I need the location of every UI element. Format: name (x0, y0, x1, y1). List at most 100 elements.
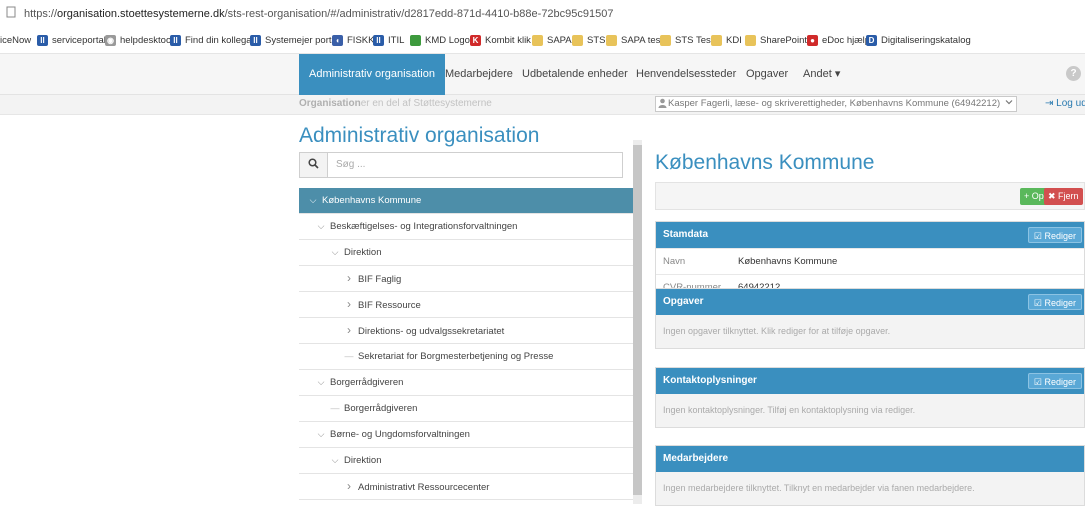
chevron-down-icon: ⌵ (317, 221, 325, 231)
bookmark-icon: ◉ (105, 35, 116, 46)
opgaver-edit-button[interactable]: ☑ Rediger (1027, 294, 1082, 310)
tree-item-label: Borgerrådgiveren (344, 403, 418, 414)
page-title: Administrativ organisation (299, 124, 540, 147)
chevron-right-icon: › (347, 271, 351, 285)
search-box[interactable]: Søg ... (299, 152, 623, 178)
brand-tagline: Organisationer en del af Støttesystemern… (299, 98, 492, 109)
bookmark-label: STS Test (675, 35, 714, 46)
bookmark[interactable]: SAPA (532, 35, 572, 46)
bookmark[interactable]: ◖ FISKK (332, 35, 374, 46)
stamdata-key: Navn (663, 256, 686, 267)
tree-item[interactable]: › Direktions- og udvalgssekretariatet (299, 318, 633, 344)
bookmark-label: STS (587, 35, 606, 46)
bookmark[interactable]: KDI (711, 35, 742, 46)
stamdata-row: Navn Københavns Kommune (656, 248, 1084, 274)
tree-item[interactable]: ⌵ Beskæftigelses- og Integrationsforvaltn… (299, 214, 633, 240)
help-icon[interactable]: ? (1066, 66, 1081, 81)
kontakt-empty-text: Ingen kontaktoplysninger. Tilføj en kont… (656, 394, 1084, 427)
chevron-down-icon: ⌵ (317, 429, 325, 439)
user-select-value: Kasper Fagerli, læse- og skriverettighed… (668, 98, 1001, 109)
bookmark-icon: ll (373, 35, 384, 46)
bookmark-label: helpdesktool (120, 35, 174, 46)
chevron-right-icon: › (347, 479, 351, 493)
bookmark[interactable]: SAPA test (606, 35, 663, 46)
bookmark[interactable]: SharePoint (745, 35, 807, 46)
tree-item-label: BIF Ressource (358, 300, 421, 311)
tab-andet[interactable]: Andet ▾ (803, 54, 840, 95)
bookmark[interactable]: STS Test (660, 35, 713, 46)
tab-andet-label: Andet (803, 68, 832, 80)
kontakt-header: Kontaktoplysninger ☑ Rediger (656, 368, 1084, 394)
tree-item[interactable]: ⌵ Børne- og Ungdomsforvaltningen (299, 422, 633, 448)
bookmark[interactable]: KMD Logon (410, 35, 475, 46)
bookmark[interactable]: ll Systemejer portal (250, 35, 339, 46)
bookmark-label: eDoc hjælp (822, 35, 871, 46)
leaf-dash-icon: — (344, 351, 354, 361)
chevron-down-icon: ⌵ (331, 247, 339, 257)
address-bar[interactable]: https://organisation.stoettesystemerne.d… (0, 0, 1085, 28)
tab-administrativ-organisation[interactable]: Administrativ organisation (299, 54, 445, 95)
bookmark-label: SAPA (547, 35, 572, 46)
chevron-right-icon: › (347, 323, 351, 337)
scrollbar[interactable] (633, 140, 642, 504)
tree-item[interactable]: — Sekretariat for Borgmesterbetjening og … (299, 344, 633, 370)
bookmark-label: SharePoint (760, 35, 808, 46)
chevron-down-icon: ⌵ (317, 377, 325, 387)
bookmark-label: Kombit klik (485, 35, 531, 46)
bookmark[interactable]: STS (572, 35, 605, 46)
delete-button[interactable]: ✖ Fjern (1044, 188, 1083, 205)
search-input[interactable]: Søg ... (336, 159, 365, 170)
bookmark-icon: K (470, 35, 481, 46)
bookmark[interactable]: ll ITIL (373, 35, 404, 46)
tab-medarbejdere[interactable]: Medarbejdere (445, 54, 513, 95)
tree-item-label: Direktions- og udvalgssekretariatet (358, 326, 505, 337)
bookmark-icon (532, 35, 543, 46)
logout-link[interactable]: ⇥ Log ud (1045, 98, 1085, 109)
logout-label: Log ud (1056, 98, 1085, 109)
bookmark-icon (572, 35, 583, 46)
tree-item[interactable]: › BIF Ressource (299, 292, 633, 318)
bookmark-label: FISKK (347, 35, 375, 46)
bookmark-label: iceNow (0, 35, 32, 46)
chevron-down-icon (1005, 98, 1013, 109)
main-nav: Administrativ organisation Medarbejdere … (0, 54, 1085, 95)
medarbejdere-empty-text: Ingen medarbejdere tilknyttet. Tilknyt e… (656, 472, 1084, 505)
tree-item[interactable]: ⌵ Københavns Kommune (299, 188, 633, 214)
tree-item[interactable]: — Borgerrådgiveren (299, 396, 633, 422)
tree-item[interactable]: › Administrativt Ressourcecenter (299, 474, 633, 500)
user-select[interactable]: Kasper Fagerli, læse- og skriverettighed… (655, 96, 1017, 112)
kontakt-edit-button[interactable]: ☑ Rediger (1027, 373, 1082, 389)
user-icon (658, 98, 667, 111)
bookmark[interactable]: D Digitaliseringskatalog (866, 35, 971, 46)
bookmark[interactable]: ◉ helpdesktool (105, 35, 173, 46)
scrollbar-thumb[interactable] (633, 145, 642, 495)
kontakt-title: Kontaktoplysninger (663, 375, 757, 386)
bookmark[interactable]: K Kombit klik (470, 35, 531, 46)
stamdata-edit-button[interactable]: ☑ Rediger (1027, 227, 1082, 243)
bookmark[interactable]: ll Find din kollega (170, 35, 252, 46)
tree-item-label: Børne- og Ungdomsforvaltningen (330, 429, 470, 440)
tree-item-label: Sekretariat for Borgmesterbetjening og P… (358, 351, 554, 362)
bookmark-icon (711, 35, 722, 46)
tree-item[interactable]: ⌵ Borgerrådgiveren (299, 370, 633, 396)
kontakt-card: Kontaktoplysninger ☑ Rediger Ingen konta… (655, 367, 1085, 428)
bookmark-label: Digitaliseringskatalog (881, 35, 971, 46)
tree-item[interactable]: › BIF Faglig (299, 266, 633, 292)
tab-henvendelsessteder[interactable]: Henvendelsessteder (636, 54, 736, 95)
tab-udbetalende-enheder[interactable]: Udbetalende enheder (522, 54, 628, 95)
bookmark[interactable]: ● eDoc hjælp (807, 35, 870, 46)
tree-item[interactable]: ⌵ Direktion (299, 240, 633, 266)
tree-item[interactable]: ⌵ Direktion (299, 448, 633, 474)
tab-opgaver[interactable]: Opgaver (746, 54, 788, 95)
bookmark-icon (606, 35, 617, 46)
bookmark-icon (660, 35, 671, 46)
bookmark-label: KMD Logon (425, 35, 476, 46)
search-icon[interactable] (300, 153, 328, 177)
bookmark[interactable]: ll serviceportal (37, 35, 106, 46)
opgaver-empty-text: Ingen opgaver tilknyttet. Klik rediger f… (656, 315, 1084, 348)
bookmark-icon: ll (37, 35, 48, 46)
medarbejdere-title: Medarbejdere (663, 453, 729, 464)
tree-item-label: BIF Faglig (358, 274, 402, 285)
bookmark[interactable]: iceNow (0, 35, 31, 46)
bookmark-label: SAPA test (621, 35, 664, 46)
